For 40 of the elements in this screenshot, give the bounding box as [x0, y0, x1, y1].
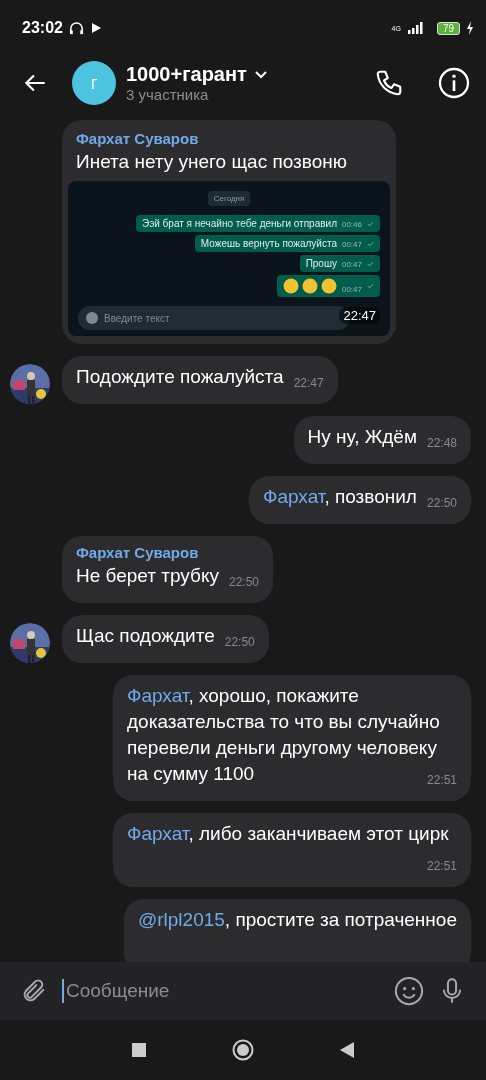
emoji-icon[interactable]: [394, 976, 424, 1006]
screenshot-time: 00:46: [341, 220, 362, 229]
message-text: Инета нету унего щас позвоню: [75, 150, 348, 174]
screenshot-time: 00:47: [341, 285, 362, 294]
screenshot-text: Прошу: [305, 258, 337, 269]
charging-icon: [466, 21, 474, 35]
play-icon: [89, 22, 102, 34]
message-text: @rlpl2015, простите за потраченное: [137, 908, 457, 932]
message-text: Фархат, позвонил 22:50: [263, 485, 457, 512]
phone-icon[interactable]: [374, 68, 404, 98]
screenshot-placeholder: Введите текст: [104, 312, 170, 324]
message-text: Фархат, хорошо, покажите доказательства то что вы случайно перевели деньги другому человеку на сумму 1100 22:51: [127, 684, 457, 789]
check-icon: [367, 260, 374, 267]
headphones-icon: [68, 20, 84, 36]
info-icon[interactable]: [438, 67, 470, 99]
screenshot-text: Ээй брат я нечайно тебе деньги отправил: [141, 218, 337, 229]
clock: 23:02: [22, 19, 63, 37]
check-icon: [367, 240, 374, 247]
screenshot-time: 00:47: [341, 240, 362, 249]
message-text: Ну ну, Ждём 22:48: [307, 425, 457, 452]
message-time: 22:47: [339, 307, 380, 324]
screenshot-time: 00:47: [341, 260, 362, 269]
member-count: 3 участника: [126, 86, 210, 103]
check-icon: [367, 220, 374, 227]
chevron-icon[interactable]: [254, 70, 267, 79]
emoji-icon: [282, 278, 337, 294]
signal-icon: [406, 22, 425, 34]
home-icon[interactable]: [232, 1039, 254, 1061]
screenshot-text: Можешь вернуть пожалуйста: [200, 238, 337, 249]
message-text: Подождите пожалуйста 22:47: [76, 365, 324, 392]
message-text: Щас подождите 22:50: [76, 624, 255, 651]
check-icon: [367, 283, 374, 289]
chat-title[interactable]: 1000+гарант: [126, 63, 247, 86]
sender-name[interactable]: Фархат Суваров: [68, 130, 390, 147]
battery-level: 79: [436, 21, 460, 35]
sender-name[interactable]: Фархат Суваров: [76, 544, 259, 561]
back-nav-icon[interactable]: [340, 1042, 354, 1058]
date-chip: Сегодня: [207, 191, 251, 206]
message-text: Не берет трубку 22:50: [76, 564, 259, 591]
message-text: Фархат, либо заканчиваем этот цирк 22:51: [127, 822, 457, 875]
